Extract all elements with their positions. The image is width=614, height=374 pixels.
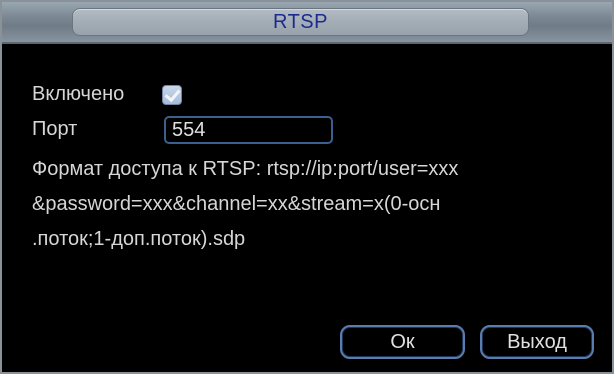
port-label: Порт — [32, 118, 78, 140]
enabled-checkbox[interactable] — [162, 85, 182, 105]
ok-button[interactable]: Ок — [340, 325, 465, 359]
description-line: &password=xxx&channel=xx&stream=x(0-осн — [32, 193, 441, 215]
port-input[interactable] — [164, 116, 333, 144]
exit-button[interactable]: Выход — [480, 325, 594, 359]
dialog-title: RTSP — [273, 11, 328, 33]
title-bar[interactable]: RTSP — [2, 2, 612, 44]
rtsp-dialog: RTSP Включено Порт Формат доступа к RTSP… — [0, 0, 614, 374]
enabled-label: Включено — [32, 83, 125, 105]
description-line: .поток;1-доп.поток).sdp — [32, 228, 246, 250]
description-line: Формат доступа к RTSP: rtsp://ip:port/us… — [32, 158, 459, 180]
title-plate: RTSP — [72, 8, 529, 36]
rtsp-format-description: Формат доступа к RTSP: rtsp://ip:port/us… — [32, 152, 602, 257]
checkmark-icon — [164, 85, 181, 103]
